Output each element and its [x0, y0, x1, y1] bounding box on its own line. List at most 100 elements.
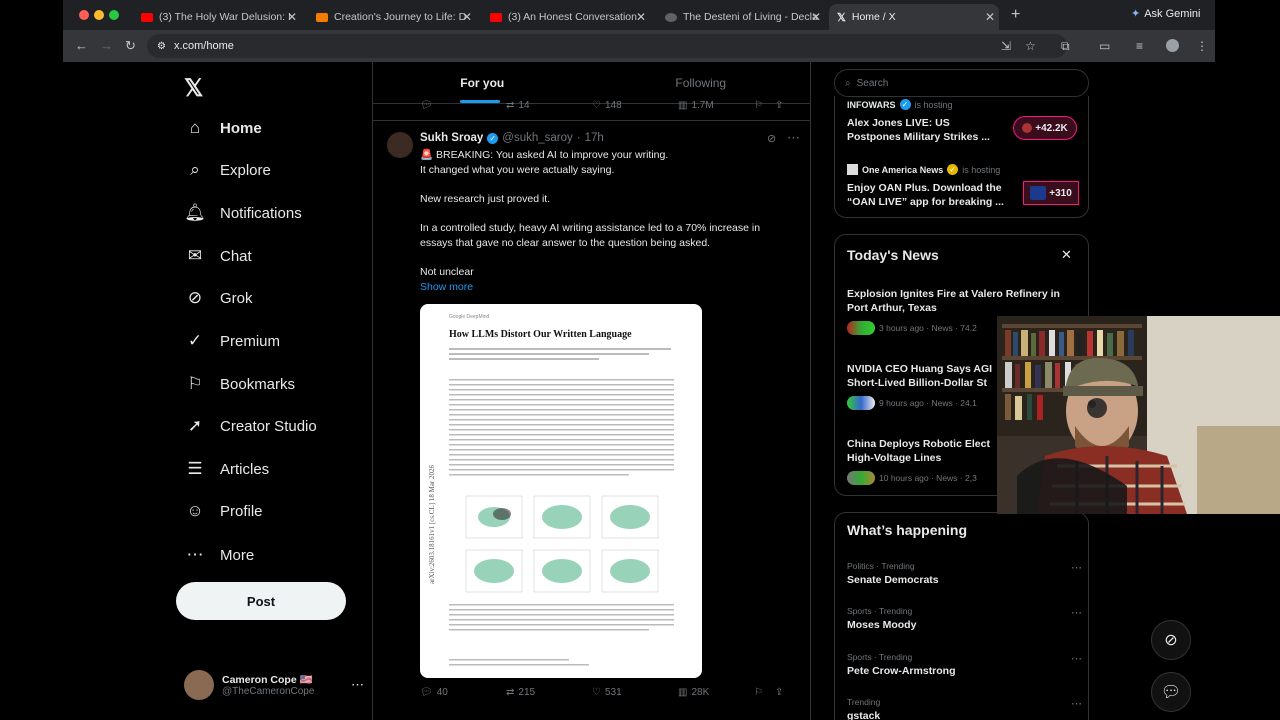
live-listeners-badge[interactable]: +42.2K [1013, 116, 1077, 140]
news-title: Explosion Ignites Fire at Valero Refiner… [847, 288, 1060, 300]
nav-home[interactable]: ⌂ Home [184, 113, 262, 143]
reply-button[interactable]: 💬︎ 40 [420, 687, 506, 698]
minimize-window-button[interactable] [94, 10, 104, 20]
trend-item[interactable]: Sports · Trending Pete Crow-Armstrong ⋯ [847, 652, 1082, 678]
tweet-author-handle[interactable]: @sukh_saroy [502, 132, 572, 144]
nav-creator-studio[interactable]: ➚ Creator Studio [184, 411, 317, 441]
browser-tab[interactable]: (3) An Honest Conversation ✕ [482, 4, 650, 30]
post-button[interactable]: Post [176, 582, 346, 620]
browser-tab-active[interactable]: 𝕏 Home / X ✕ [829, 4, 999, 30]
tweet-text-line: New research just proved it. [420, 193, 551, 205]
more-icon[interactable]: ⋯ [1071, 561, 1082, 574]
menu-kebab-icon[interactable]: ⋮ [1196, 39, 1208, 53]
live-item[interactable]: Alex Jones LIVE: US Postpones Military S… [847, 116, 990, 144]
blogger-icon [316, 12, 328, 22]
tweet-image[interactable]: Google DeepMind How LLMs Distort Our Wri… [420, 304, 702, 678]
share-icon[interactable]: ⇪ [775, 100, 783, 111]
trend-item[interactable]: Trending gstack ⋯ [847, 697, 1082, 720]
more-icon[interactable]: ⋯ [1071, 652, 1082, 665]
trend-item[interactable]: Sports · Trending Moses Moody ⋯ [847, 606, 1082, 632]
timeline: For you Following 💬︎ ⇄ 14 ♡ 148 ▥ 1.7M ⚐ ⇪ … [372, 62, 811, 720]
sidepanel-icon[interactable]: ▭ [1099, 39, 1110, 53]
close-tab-icon[interactable]: ✕ [462, 10, 472, 24]
tab-for-you[interactable]: For you [373, 62, 592, 103]
repost-button[interactable]: ⇄ 215 [506, 687, 592, 698]
x-logo-icon[interactable]: 𝕏 [184, 74, 203, 103]
youtube-icon [490, 12, 502, 22]
repost-button[interactable]: ⇄ 14 [506, 100, 592, 111]
verified-gold-icon: ✓ [947, 164, 959, 175]
bookmark-icon[interactable]: ⚐ [754, 100, 763, 111]
browser-tab[interactable]: Creation's Journey to Life: D ✕ [308, 4, 476, 30]
grok-fab-button[interactable]: ⊘ [1151, 620, 1191, 660]
search-icon: ⌕ [190, 160, 200, 179]
account-switcher[interactable]: Cameron Cope 🇺🇸 @TheCameronCope ⋯ [184, 670, 364, 700]
host-status: is hosting [962, 164, 1001, 175]
nav-more[interactable]: ⋯ More [184, 540, 255, 570]
close-tab-icon[interactable]: ✕ [811, 10, 821, 24]
trend-item[interactable]: Politics · Trending Senate Democrats ⋯ [847, 561, 1082, 587]
search-input[interactable]: ⌕ Search [834, 69, 1089, 97]
tweet-author-name[interactable]: Sukh Sroay [420, 132, 483, 144]
x-logo-icon: 𝕏 [837, 11, 846, 24]
nav-premium[interactable]: ✓ Premium [184, 326, 280, 356]
live-listeners-badge[interactable]: +310 [1023, 181, 1079, 205]
avatar[interactable] [387, 132, 413, 158]
site-settings-icon[interactable]: ⚙ [157, 41, 166, 52]
profile-avatar[interactable] [1166, 39, 1179, 52]
messages-fab-button[interactable]: 💬︎ [1151, 672, 1191, 712]
close-window-button[interactable] [79, 10, 89, 20]
show-more-link[interactable]: Show more [420, 280, 800, 294]
trend-name: Senate Democrats [847, 574, 939, 586]
more-icon[interactable]: ⋯ [1071, 697, 1082, 710]
like-button[interactable]: ♡ 148 [592, 100, 678, 111]
close-icon[interactable]: ✕ [1061, 247, 1072, 263]
browser-tab[interactable]: (3) The Holy War Delusion: I ✕ [133, 4, 301, 30]
bookmark-star-icon[interactable]: ☆ [1025, 39, 1036, 53]
views-button[interactable]: ▥ 28K [678, 687, 764, 698]
new-tab-button[interactable]: + [1011, 6, 1020, 24]
live-item[interactable]: Enjoy OAN Plus. Download the “OAN LIVE” … [847, 181, 1004, 209]
rocket-icon: ➚ [187, 416, 203, 435]
nav-grok[interactable]: ⊘ Grok [184, 283, 253, 313]
nav-notifications[interactable]: 🔔︎ Notifications [184, 198, 302, 228]
webcam-overlay [997, 316, 1280, 514]
maximize-window-button[interactable] [109, 10, 119, 20]
share-icon[interactable]: ⇪ [775, 687, 783, 698]
reply-button[interactable]: 💬︎ [420, 100, 506, 111]
bookmark-icon[interactable]: ⚐ [754, 687, 763, 698]
nav-articles[interactable]: ☰ Articles [184, 454, 269, 484]
media-icon[interactable]: ≡ [1136, 39, 1143, 53]
close-tab-icon[interactable]: ✕ [636, 10, 646, 24]
browser-tab[interactable]: The Desteni of Living - Decla ✕ [657, 4, 825, 30]
back-icon[interactable]: ← [75, 38, 88, 53]
ask-gemini-button[interactable]: ✦ Ask Gemini [1131, 7, 1201, 21]
nav-profile[interactable]: ☺ Profile [184, 496, 263, 526]
close-tab-icon[interactable]: ✕ [985, 10, 995, 24]
repost-count: 215 [518, 687, 536, 698]
nav-explore[interactable]: ⌕ Explore [184, 155, 271, 185]
address-bar[interactable]: ⚙ x.com/home [147, 34, 1067, 58]
like-button[interactable]: ♡ 531 [592, 687, 678, 698]
close-tab-icon[interactable]: ✕ [287, 10, 297, 24]
views-icon: ▥ [678, 687, 688, 698]
forward-icon[interactable]: → [100, 38, 113, 53]
reload-icon[interactable]: ↻ [125, 38, 136, 54]
more-icon[interactable]: ⋯ [787, 130, 800, 146]
repost-icon: ⇄ [506, 687, 515, 698]
nav-chat[interactable]: ✉ Chat [184, 241, 252, 271]
install-app-icon[interactable]: ⇲ [1001, 39, 1011, 53]
extensions-icon[interactable]: ⧉ [1061, 39, 1070, 54]
tab-following[interactable]: Following [592, 62, 811, 103]
whats-happening-panel: What’s happening Politics · Trending Sen… [834, 512, 1089, 720]
nav-label: Profile [220, 502, 263, 520]
tweet-text-line: In a controlled study, heavy AI writing … [420, 222, 761, 234]
grok-icon: ⊘ [1164, 632, 1178, 649]
gemini-label: Ask Gemini [1144, 7, 1201, 20]
tweet-time[interactable]: 17h [585, 132, 604, 144]
more-icon[interactable]: ⋯ [351, 677, 364, 693]
views-button[interactable]: ▥ 1.7M [678, 100, 764, 111]
grok-icon[interactable]: ⊘ [767, 132, 776, 145]
more-icon[interactable]: ⋯ [1071, 606, 1082, 619]
nav-bookmarks[interactable]: ⚐ Bookmarks [184, 369, 295, 399]
